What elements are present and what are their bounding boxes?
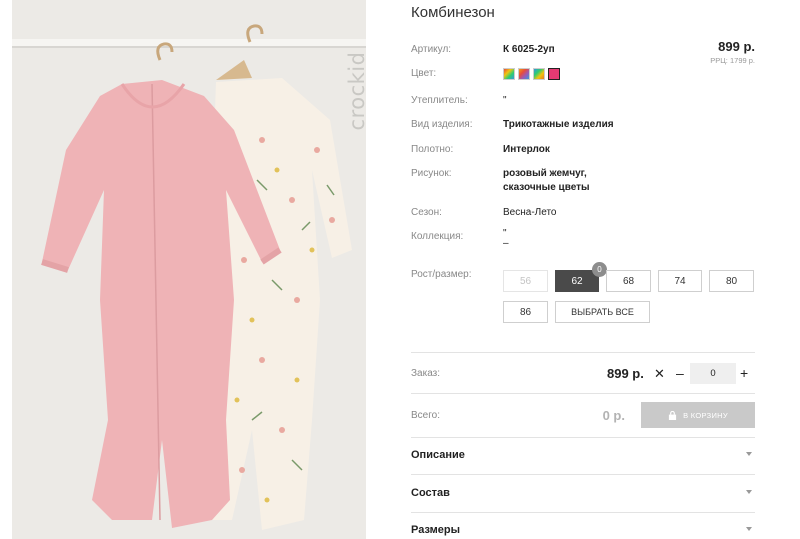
attr-label-print: Рисунок: <box>411 168 452 179</box>
product-title: Комбинезон <box>411 4 495 21</box>
multiply-icon: ✕ <box>654 366 665 381</box>
qty-increase-button[interactable]: + <box>740 365 748 381</box>
attr-label-color: Цвет: <box>411 68 437 79</box>
sizes-label: Рост/размер: <box>411 269 472 280</box>
size-56-button[interactable]: 56 <box>503 270 548 292</box>
color-swatch-2[interactable] <box>518 68 530 80</box>
accordion-composition[interactable]: Состав <box>411 487 450 499</box>
chevron-down-icon[interactable] <box>746 490 752 494</box>
order-label: Заказ: <box>411 368 441 379</box>
divider <box>411 474 755 475</box>
attr-label-fabric: Полотно: <box>411 144 454 155</box>
chevron-down-icon[interactable] <box>746 452 752 456</box>
size-86-button[interactable]: 86 <box>503 301 548 323</box>
color-swatch-3[interactable] <box>533 68 545 80</box>
size-74-button[interactable]: 74 <box>658 270 702 292</box>
attr-value-type: Трикотажные изделия <box>503 119 614 130</box>
product-image <box>12 0 366 539</box>
attr-value-collection-2: – <box>503 238 509 249</box>
size-68-button[interactable]: 68 <box>606 270 651 292</box>
attr-value-article: К 6025-2уп <box>503 44 555 55</box>
order-price: 899 р. <box>607 366 644 381</box>
divider <box>411 512 755 513</box>
accordion-sizes[interactable]: Размеры <box>411 524 460 536</box>
divider <box>411 393 755 394</box>
attr-value-print-1: розовый жемчуг, <box>503 168 587 179</box>
attr-value-print-2: сказочные цветы <box>503 182 590 193</box>
add-to-cart-label: В КОРЗИНУ <box>683 410 728 420</box>
color-swatch-selected[interactable] <box>548 68 560 80</box>
attr-label-article: Артикул: <box>411 44 452 55</box>
quantity-input[interactable]: 0 <box>690 363 736 384</box>
color-swatches <box>503 68 560 80</box>
attr-label-insulation: Утеплитель: <box>411 95 468 106</box>
attr-label-collection: Коллекция: <box>411 231 464 242</box>
total-label: Всего: <box>411 410 440 421</box>
select-all-sizes-button[interactable]: ВЫБРАТЬ ВСЕ <box>555 301 650 323</box>
recommended-price: РРЦ: 1799 р. <box>710 56 755 65</box>
chevron-down-icon[interactable] <box>746 527 752 531</box>
attr-label-type: Вид изделия: <box>411 119 473 130</box>
product-photo: crockid <box>12 0 366 539</box>
qty-decrease-button[interactable]: – <box>676 365 684 381</box>
color-swatch-1[interactable] <box>503 68 515 80</box>
add-to-cart-button[interactable]: В КОРЗИНУ <box>641 402 755 428</box>
lock-icon <box>668 410 677 420</box>
attr-value-insulation: " <box>503 95 507 106</box>
size-62-count-badge: 0 <box>592 262 607 277</box>
attr-value-fabric: Интерлок <box>503 144 550 155</box>
divider <box>411 352 755 353</box>
attr-value-season: Весна-Лето <box>503 207 557 218</box>
divider <box>411 437 755 438</box>
attr-label-season: Сезон: <box>411 207 442 218</box>
total-value: 0 р. <box>602 408 625 423</box>
accordion-description[interactable]: Описание <box>411 449 465 461</box>
product-price: 899 р. <box>718 39 755 54</box>
size-80-button[interactable]: 80 <box>709 270 754 292</box>
brand-logo: crockid <box>345 51 366 131</box>
